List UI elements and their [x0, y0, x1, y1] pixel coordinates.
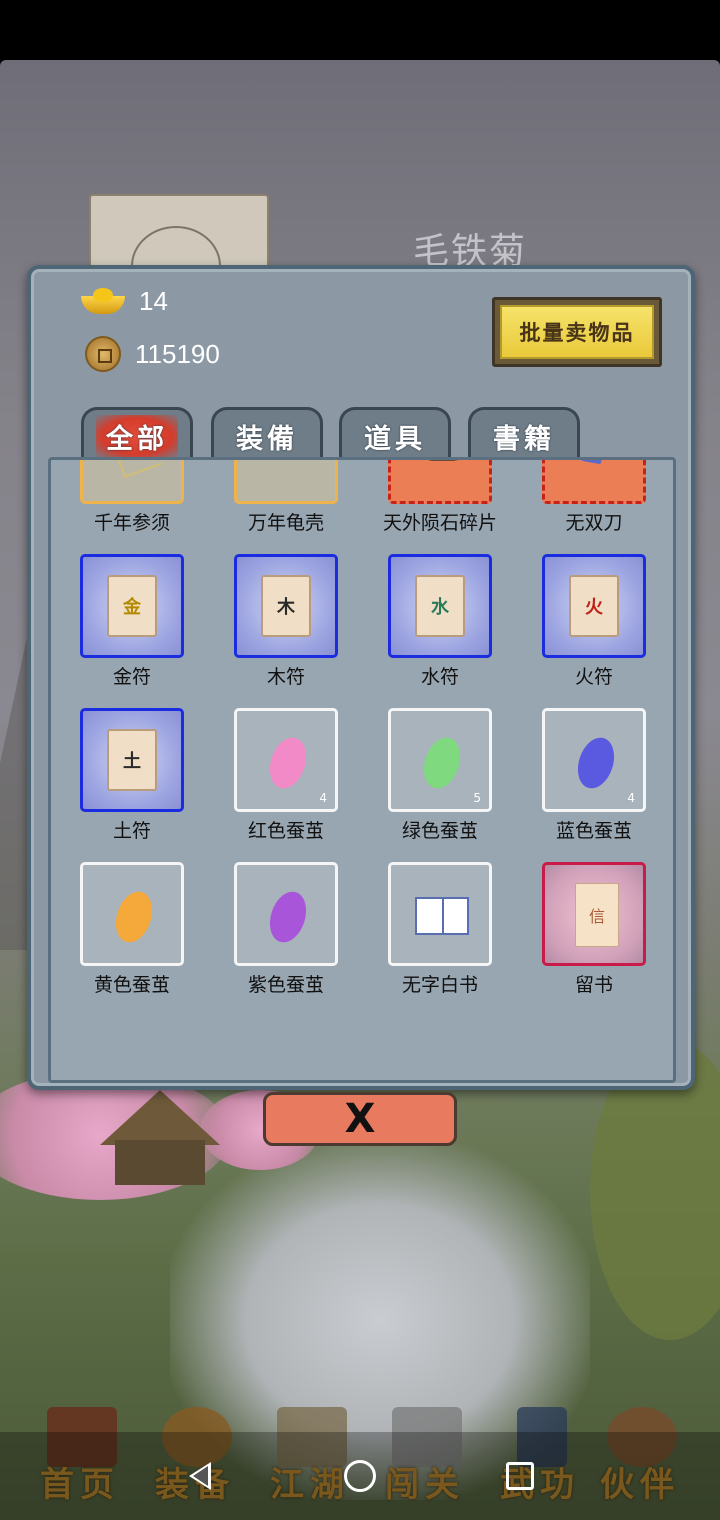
inventory-item[interactable]: 4 红色蚕茧	[233, 708, 339, 843]
back-triangle-icon	[189, 1462, 211, 1490]
inventory-item[interactable]: 5 绿色蚕茧	[387, 708, 493, 843]
inventory-item[interactable]: 金金符	[79, 554, 185, 689]
item-name: 无双刀	[565, 512, 623, 534]
close-icon: X	[344, 1096, 376, 1142]
tab-books[interactable]: 書籍	[468, 407, 580, 463]
item-name: 千年参须	[93, 512, 170, 534]
status-bar	[0, 0, 720, 60]
inventory-item[interactable]: 无双刀	[541, 460, 647, 535]
item-name: 留书	[574, 974, 613, 996]
tab-label: 書籍	[493, 424, 555, 455]
back-button[interactable]	[155, 1432, 245, 1520]
home-circle-icon	[344, 1460, 376, 1492]
inventory-item[interactable]: 万年龟壳	[233, 460, 339, 535]
item-slot[interactable]	[388, 862, 492, 966]
tab-label: 装備	[236, 424, 298, 455]
item-name: 土符	[112, 820, 151, 842]
talisman-icon: 木	[261, 575, 311, 637]
item-name: 万年龟壳	[247, 512, 324, 534]
ginseng-root-icon	[103, 460, 163, 479]
item-name: 黄色蚕茧	[93, 974, 170, 996]
talisman-icon: 火	[569, 575, 619, 637]
item-name: 无字白书	[401, 974, 478, 996]
item-count: 5	[473, 791, 481, 805]
home-button[interactable]	[315, 1432, 405, 1520]
item-slot[interactable]: 木	[234, 554, 338, 658]
inventory-item[interactable]: 水水符	[387, 554, 493, 689]
tab-label: 道具	[364, 424, 426, 455]
item-slot[interactable]: 4	[234, 708, 338, 812]
hut-decoration	[100, 1090, 220, 1190]
item-name: 天外陨石碎片	[382, 512, 497, 534]
recents-square-icon	[506, 1462, 534, 1490]
inventory-item[interactable]: 天外陨石碎片	[383, 460, 497, 535]
inventory-item[interactable]: 紫色蚕茧	[233, 862, 339, 997]
inventory-dialog: 14 115190 批量卖物品 全部 装備 道具 書籍 千年参须 万年龟壳 天外陨石…	[27, 265, 695, 1090]
talisman-icon: 金	[107, 575, 157, 637]
item-name: 蓝色蚕茧	[555, 820, 632, 842]
coin-amount: 115190	[135, 338, 220, 369]
item-slot[interactable]	[542, 460, 646, 504]
item-slot[interactable]: 火	[542, 554, 646, 658]
item-slot[interactable]	[234, 460, 338, 504]
gold-ingot-icon	[81, 288, 125, 314]
ingot-amount: 14	[139, 285, 168, 316]
item-slot[interactable]: 信	[542, 862, 646, 966]
inventory-item[interactable]: 无字白书	[387, 862, 493, 997]
tab-equipment[interactable]: 装備	[211, 407, 323, 463]
item-slot[interactable]	[234, 862, 338, 966]
close-button[interactable]: X	[263, 1092, 457, 1146]
item-count: 4	[627, 791, 635, 805]
cocoon-icon	[263, 733, 313, 793]
item-name: 金符	[112, 666, 151, 688]
item-count: 4	[319, 791, 327, 805]
cocoon-icon	[571, 733, 621, 793]
item-slot[interactable]: 土	[80, 708, 184, 812]
tab-all[interactable]: 全部	[81, 407, 193, 463]
recents-button[interactable]	[475, 1432, 565, 1520]
item-name: 水符	[420, 666, 459, 688]
item-name: 红色蚕茧	[247, 820, 324, 842]
inventory-item[interactable]: 千年参须	[79, 460, 185, 535]
item-slot[interactable]: 金	[80, 554, 184, 658]
item-name: 紫色蚕茧	[247, 974, 324, 996]
tab-items[interactable]: 道具	[339, 407, 451, 463]
blade-icon	[581, 460, 613, 465]
item-name: 绿色蚕茧	[401, 820, 478, 842]
talisman-icon: 土	[107, 729, 157, 791]
bulk-sell-label: 批量卖物品	[500, 305, 654, 359]
inventory-item[interactable]: 火火符	[541, 554, 647, 689]
inventory-item[interactable]: 黄色蚕茧	[79, 862, 185, 997]
blank-book-icon	[415, 897, 469, 935]
item-slot[interactable]	[80, 460, 184, 504]
item-slot[interactable]: 4	[542, 708, 646, 812]
tab-label: 全部	[96, 415, 178, 458]
meteorite-fragment-icon	[421, 460, 465, 461]
inventory-grid[interactable]: 千年参须 万年龟壳 天外陨石碎片 无双刀金金符木木符水水符火火符土土符 4 红色蚕茧 5 绿色…	[48, 457, 676, 1083]
item-name: 火符	[574, 666, 613, 688]
item-slot[interactable]	[388, 460, 492, 504]
inventory-item[interactable]: 土土符	[79, 708, 185, 843]
item-slot[interactable]: 水	[388, 554, 492, 658]
item-slot[interactable]: 5	[388, 708, 492, 812]
item-slot[interactable]	[80, 862, 184, 966]
cocoon-icon	[109, 887, 159, 947]
cocoon-icon	[263, 887, 313, 947]
copper-coin-icon	[85, 336, 121, 372]
cocoon-icon	[417, 733, 467, 793]
letter-icon: 信	[575, 883, 619, 947]
system-navigation-bar	[0, 1432, 720, 1520]
talisman-icon: 水	[415, 575, 465, 637]
inventory-item[interactable]: 木木符	[233, 554, 339, 689]
item-name: 木符	[266, 666, 305, 688]
ingot-currency: 14	[81, 281, 168, 321]
bulk-sell-button[interactable]: 批量卖物品	[492, 297, 662, 367]
inventory-item[interactable]: 信留书	[541, 862, 647, 997]
coin-currency: 115190	[81, 334, 220, 374]
inventory-item[interactable]: 4 蓝色蚕茧	[541, 708, 647, 843]
